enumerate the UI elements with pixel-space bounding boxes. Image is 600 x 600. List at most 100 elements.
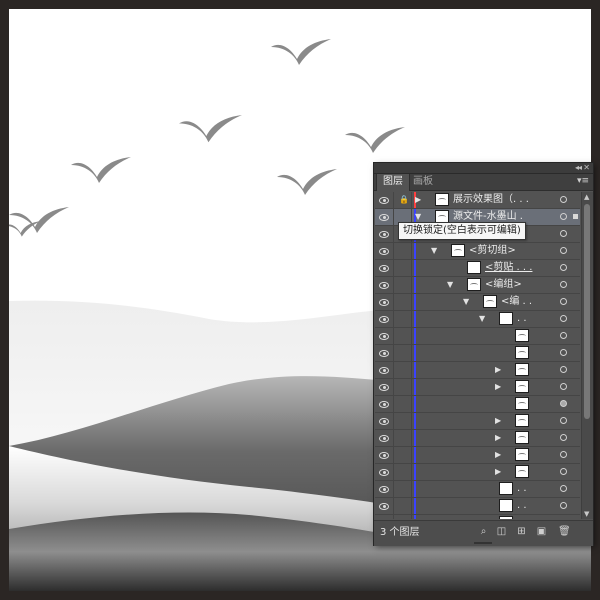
target-appearance-icon[interactable] (560, 349, 567, 356)
target-appearance-icon[interactable] (560, 298, 567, 305)
visibility-toggle[interactable] (375, 396, 394, 412)
layer-list-scrollbar[interactable]: ▲ ▼ (581, 192, 593, 519)
layer-name[interactable]: <剪贴 . . . (485, 260, 532, 276)
collapse-panel-icon[interactable]: ◂◂ (575, 163, 582, 173)
layer-row[interactable]: ▶ (375, 413, 580, 430)
scroll-down-icon[interactable]: ▼ (584, 510, 589, 518)
visibility-toggle[interactable] (375, 362, 394, 378)
target-appearance-icon[interactable] (560, 434, 567, 441)
visibility-toggle[interactable] (375, 464, 394, 480)
target-appearance-icon[interactable] (560, 230, 567, 237)
visibility-toggle[interactable] (375, 226, 394, 242)
visibility-toggle[interactable] (375, 277, 394, 293)
clipping-mask-icon[interactable]: ◫ (496, 527, 507, 537)
layer-name[interactable]: . . (517, 311, 527, 327)
disclosure-expanded-icon[interactable]: ▼ (431, 245, 437, 257)
layer-name[interactable]: . . (517, 481, 527, 497)
lock-toggle[interactable] (394, 396, 412, 412)
visibility-toggle[interactable] (375, 515, 394, 519)
target-appearance-icon[interactable] (560, 451, 567, 458)
layer-row[interactable]: ▼ <编组> (375, 277, 580, 294)
disclosure-collapsed-icon[interactable]: ▶ (495, 415, 501, 427)
layer-row[interactable]: ▶ (375, 362, 580, 379)
layer-name[interactable]: <编组> (485, 277, 522, 293)
visibility-toggle[interactable] (375, 413, 394, 429)
visibility-toggle[interactable] (375, 260, 394, 276)
selection-indicator[interactable] (573, 214, 578, 219)
panel-resize-grip[interactable] (474, 542, 492, 544)
layer-row[interactable]: ▶ (375, 464, 580, 481)
new-sublayer-icon[interactable]: ⊞ (516, 527, 527, 537)
disclosure-collapsed-icon[interactable]: ▶ (415, 194, 421, 206)
layers-panel[interactable]: ◂◂ ✕ 图层 画板 ▾≡ 🔒 ▶ 展示效果图（. . . ▼ 源文件-水墨山 . ▼ <剪… (374, 163, 593, 546)
layer-row[interactable]: ▼ <剪切组> (375, 243, 580, 260)
panel-titlebar[interactable]: ◂◂ ✕ (374, 163, 593, 174)
lock-toggle[interactable] (394, 430, 412, 446)
tab-layers[interactable]: 图层 (376, 174, 410, 191)
panel-menu-icon[interactable]: ▾≡ (577, 176, 589, 186)
layer-name[interactable]: <剪切组> (469, 243, 516, 259)
target-appearance-icon[interactable] (560, 400, 567, 407)
visibility-toggle[interactable] (375, 192, 394, 208)
visibility-toggle[interactable] (375, 481, 394, 497)
lock-toggle[interactable] (394, 277, 412, 293)
layer-row[interactable]: ▶ (375, 379, 580, 396)
lock-toggle[interactable] (394, 311, 412, 327)
layer-name[interactable]: <编 . . (501, 294, 532, 310)
disclosure-collapsed-icon[interactable]: ▶ (495, 449, 501, 461)
target-appearance-icon[interactable] (560, 247, 567, 254)
target-appearance-icon[interactable] (560, 315, 567, 322)
target-appearance-icon[interactable] (560, 264, 567, 271)
layer-name[interactable]: . . (517, 498, 527, 514)
disclosure-expanded-icon[interactable]: ▼ (479, 313, 485, 325)
disclosure-collapsed-icon[interactable]: ▶ (495, 466, 501, 478)
layer-name[interactable]: 展示效果图（. . . (453, 192, 529, 208)
layer-row[interactable] (375, 345, 580, 362)
visibility-toggle[interactable] (375, 498, 394, 514)
target-appearance-icon[interactable] (560, 366, 567, 373)
disclosure-expanded-icon[interactable]: ▼ (463, 296, 469, 308)
visibility-toggle[interactable] (375, 328, 394, 344)
visibility-toggle[interactable] (375, 379, 394, 395)
lock-toggle[interactable] (394, 243, 412, 259)
target-appearance-icon[interactable] (560, 196, 567, 203)
lock-toggle[interactable] (394, 498, 412, 514)
delete-layer-icon[interactable]: 🗑 (558, 527, 571, 537)
layer-row[interactable]: . . (375, 481, 580, 498)
lock-toggle[interactable] (394, 481, 412, 497)
layer-row[interactable]: . . (375, 498, 580, 515)
target-appearance-icon[interactable] (560, 417, 567, 424)
layer-row[interactable]: . . (375, 515, 580, 519)
lock-toggle[interactable] (394, 515, 412, 519)
disclosure-collapsed-icon[interactable]: ▶ (495, 381, 501, 393)
close-panel-icon[interactable]: ✕ (583, 163, 590, 173)
new-layer-icon[interactable]: ▣ (536, 527, 547, 537)
visibility-toggle[interactable] (375, 209, 394, 225)
tab-artboards[interactable]: 画板 (407, 174, 439, 190)
visibility-toggle[interactable] (375, 294, 394, 310)
target-appearance-icon[interactable] (560, 213, 567, 220)
layer-row[interactable]: ▶ (375, 447, 580, 464)
layer-row[interactable] (375, 328, 580, 345)
scroll-thumb[interactable] (584, 204, 590, 419)
layer-row[interactable]: ▶ (375, 430, 580, 447)
target-appearance-icon[interactable] (560, 502, 567, 509)
target-appearance-icon[interactable] (560, 468, 567, 475)
visibility-toggle[interactable] (375, 311, 394, 327)
disclosure-expanded-icon[interactable]: ▼ (447, 279, 453, 291)
lock-toggle[interactable] (394, 260, 412, 276)
lock-toggle[interactable] (394, 294, 412, 310)
layer-row[interactable]: ▼ <编 . . (375, 294, 580, 311)
layer-row[interactable] (375, 396, 580, 413)
lock-toggle[interactable] (394, 447, 412, 463)
target-appearance-icon[interactable] (560, 485, 567, 492)
layer-list[interactable]: 🔒 ▶ 展示效果图（. . . ▼ 源文件-水墨山 . ▼ <剪切组> <剪贴 . . . ▼ <… (375, 192, 580, 519)
layer-name[interactable]: . . (517, 515, 527, 519)
scroll-up-icon[interactable]: ▲ (584, 193, 589, 201)
target-appearance-icon[interactable] (560, 332, 567, 339)
lock-toggle[interactable] (394, 464, 412, 480)
visibility-toggle[interactable] (375, 430, 394, 446)
layer-row[interactable]: ▼ . . (375, 311, 580, 328)
locate-object-icon[interactable]: ⌕ (478, 527, 489, 537)
visibility-toggle[interactable] (375, 243, 394, 259)
